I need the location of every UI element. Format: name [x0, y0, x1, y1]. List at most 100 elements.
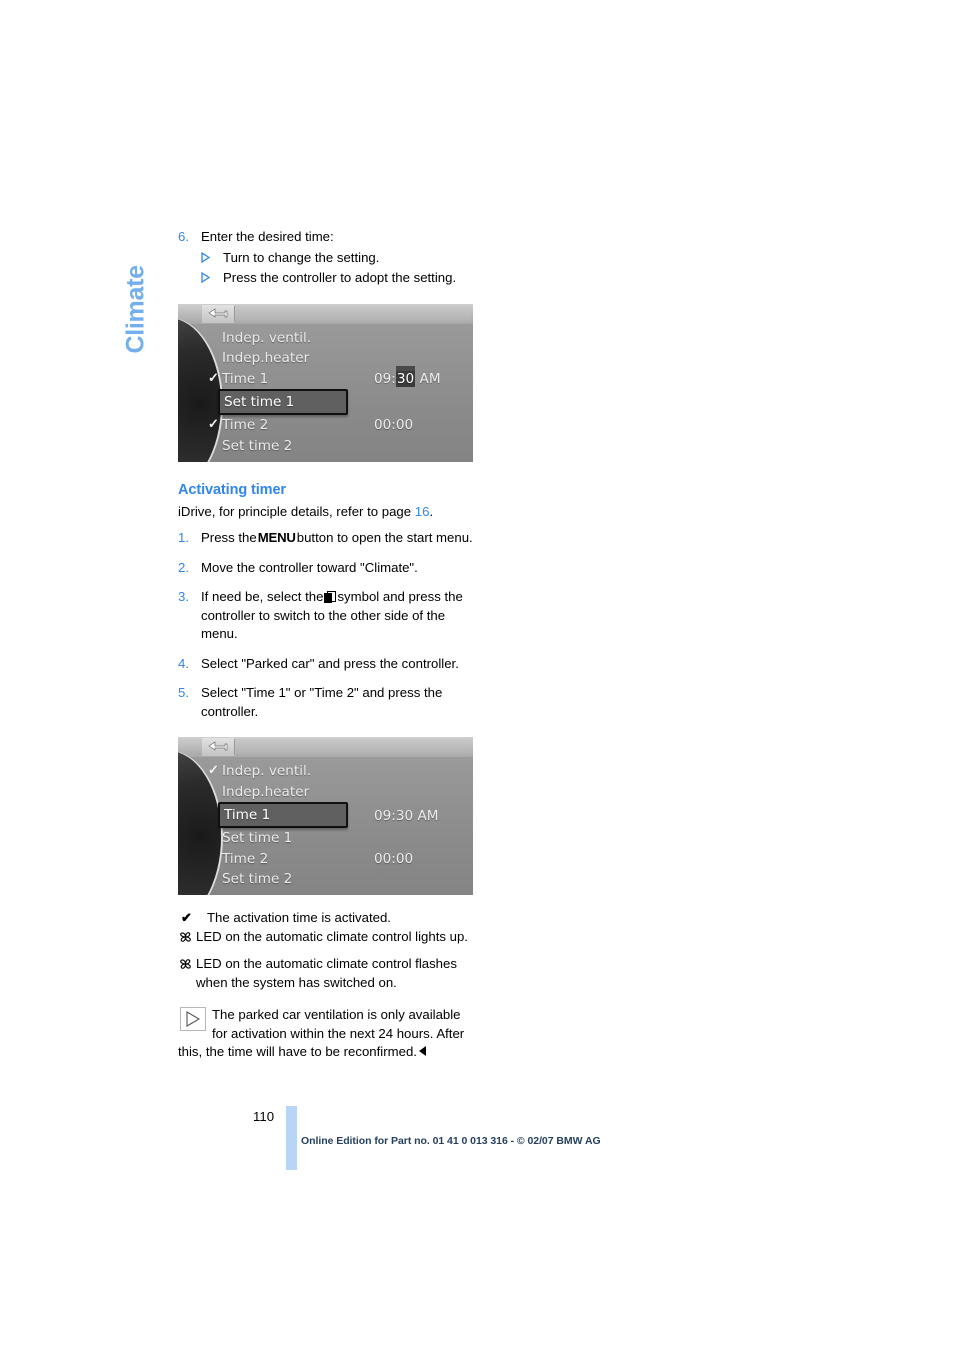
- checkmark-icon: [206, 807, 218, 819]
- checkmark-icon: [208, 439, 220, 451]
- menu-row-set-time-1[interactable]: Set time 1: [222, 828, 467, 849]
- step-text: Enter the desired time:: [201, 229, 334, 244]
- menu-row-indep-ventil[interactable]: ✓ Indep. ventil.: [208, 761, 467, 782]
- menu-row-indep-heater[interactable]: Indep.heater: [222, 348, 467, 369]
- menu-row-label: Set time 2: [222, 871, 293, 888]
- substep-text: Turn to change the setting.: [223, 249, 380, 265]
- step-number: 4.: [178, 655, 189, 671]
- list-item-step-2: 2. Move the controller toward "Climate".: [178, 559, 478, 578]
- section-intro: iDrive, for principle details, refer to …: [178, 503, 478, 522]
- checkmark-icon: ✓: [208, 369, 219, 385]
- checkmark-icon: ✓: [208, 416, 219, 431]
- time-minutes-selected[interactable]: 30: [395, 370, 416, 387]
- intro-prefix: iDrive, for principle details, refer to …: [178, 503, 415, 519]
- menu-row-label: Indep.heater: [222, 350, 310, 367]
- menu-row-label: Time 1: [224, 807, 271, 823]
- chapter-tab: Climate: [112, 225, 162, 365]
- list-item-substep-1: Turn to change the setting.: [178, 249, 478, 268]
- checkmark-icon: [208, 351, 220, 363]
- chapter-tab-label: Climate: [121, 265, 150, 354]
- menu-row-value[interactable]: 09:30 AM: [374, 370, 441, 387]
- time-hours: 09:: [374, 370, 396, 387]
- menu-row-label: Set time 2: [222, 437, 293, 454]
- page-number: 110: [253, 1109, 275, 1124]
- step-text-part-b: button to open the start menu.: [296, 530, 473, 545]
- step-number: 2.: [178, 559, 189, 575]
- list-item-step-3: 3. If need be, select the symbol and pres…: [178, 588, 478, 644]
- menu-row-set-time-2[interactable]: Set time 2: [222, 436, 467, 457]
- step-text: If need be, select the symbol and press t…: [201, 588, 478, 644]
- result-line-led-lights-up: LED on the automatic climate control lig…: [178, 928, 478, 947]
- split-screen-symbol-icon: [324, 591, 337, 603]
- result-text: The activation time is activated.: [207, 910, 391, 925]
- intro-suffix: .: [429, 503, 434, 519]
- list-item-step-1: 1. Press theMENUbutton to open the start…: [178, 529, 478, 548]
- checkmark-icon: [208, 852, 220, 864]
- triangle-outline-icon: [201, 269, 223, 288]
- fan-icon: [178, 955, 196, 974]
- checkmark-icon: [206, 394, 218, 406]
- step-text-part-a: Press the: [201, 530, 257, 545]
- list-item-step-6: 6. Enter the desired time:: [178, 228, 478, 247]
- checkmark-icon: [208, 831, 220, 843]
- screen-body: ✓ Indep. ventil. Indep.heater Time 1 09:…: [178, 751, 473, 895]
- menu-row-value: 00:00: [374, 850, 414, 867]
- menu-row-label: Time 2: [222, 417, 269, 434]
- step-number: 5.: [178, 685, 189, 700]
- menu-row-time-1[interactable]: Time 1: [218, 802, 348, 828]
- menu-row-label: Time 1: [222, 370, 269, 387]
- menu-hardkey-label[interactable]: MENU: [257, 530, 297, 545]
- idrive-screen-figure-2: ✓ Indep. ventil. Indep.heater Time 1 09:…: [178, 737, 473, 895]
- triangle-outline-icon: [201, 249, 223, 268]
- end-of-note-icon: [418, 1046, 426, 1056]
- page-title: Activating timer: [178, 481, 286, 498]
- list-item-step-4: 4. Select "Parked car" and press the con…: [178, 655, 478, 674]
- checkmark-icon: [208, 785, 220, 797]
- footer-accent-bar: [286, 1106, 297, 1170]
- menu-row-label: Indep. ventil.: [222, 329, 312, 346]
- menu-row-label: Indep. ventil.: [222, 763, 312, 780]
- result-text: LED on the automatic climate control fla…: [196, 956, 457, 990]
- menu-row-set-time-1[interactable]: Set time 1: [218, 389, 348, 415]
- menu-row-time-2[interactable]: ✓ Time 2 00:00: [208, 415, 467, 436]
- screen-titlebar-field: [234, 305, 471, 321]
- time-meridiem: AM: [415, 370, 441, 387]
- menu-row-time-1[interactable]: ✓ Time 1 09:30 AM: [208, 369, 467, 390]
- back-arrow-icon[interactable]: [202, 738, 234, 756]
- back-arrow-icon[interactable]: [202, 304, 234, 323]
- menu-row-time-2[interactable]: Time 2 00:00: [222, 849, 467, 870]
- check-icon: ✔: [181, 910, 192, 925]
- menu-row-indep-heater[interactable]: Indep.heater: [222, 782, 467, 803]
- substep-text: Press the controller to adopt the settin…: [223, 270, 457, 285]
- page-content: 6. Enter the desired time: Turn to chang…: [178, 228, 478, 1062]
- step-number: 3.: [178, 589, 189, 604]
- menu-row-value: 00:00: [374, 417, 414, 434]
- idrive-screen-figure-1: Indep. ventil. Indep.heater ✓ Time 1 09:…: [178, 303, 473, 462]
- menu-row-label: Set time 1: [224, 394, 295, 410]
- step-text: Select "Parked car" and press the contro…: [201, 655, 459, 671]
- screen-menu-list: Indep. ventil. Indep.heater ✓ Time 1 09:…: [208, 328, 467, 462]
- page-reference-link[interactable]: 16: [415, 504, 430, 519]
- screen-titlebar-field: [234, 739, 471, 754]
- footer-legal-text: Online Edition for Part no. 01 41 0 013 …: [301, 1135, 601, 1147]
- step-number: 1.: [178, 530, 189, 545]
- menu-row-indep-ventil[interactable]: Indep. ventil.: [222, 328, 467, 349]
- step-text: Move the controller toward "Climate".: [201, 559, 418, 575]
- note-triangle-icon: [180, 1007, 206, 1031]
- step-text: Press theMENUbutton to open the start me…: [201, 529, 478, 548]
- menu-row-set-time-2[interactable]: Set time 2: [222, 869, 467, 890]
- checkmark-icon: [208, 872, 220, 884]
- step-text: Select "Time 1" or "Time 2" and press th…: [201, 685, 443, 719]
- list-item-step-5: 5. Select "Time 1" or "Time 2" and press…: [178, 684, 478, 721]
- step-text-part-a: If need be, select the: [201, 589, 324, 604]
- menu-row-label: Set time 1: [222, 830, 293, 847]
- screen-menu-list: ✓ Indep. ventil. Indep.heater Time 1 09:…: [208, 761, 467, 895]
- menu-row-label: Time 2: [222, 850, 269, 867]
- result-text: LED on the automatic climate control lig…: [196, 928, 468, 944]
- result-line-led-flashes: LED on the automatic climate control fla…: [178, 955, 478, 992]
- result-line-activated: ✔ The activation time is activated.: [178, 909, 478, 928]
- fan-icon: [178, 928, 196, 947]
- step-number: 6.: [178, 229, 189, 244]
- checkmark-icon: [208, 331, 220, 343]
- note-block: The parked car ventilation is only avail…: [178, 1006, 478, 1062]
